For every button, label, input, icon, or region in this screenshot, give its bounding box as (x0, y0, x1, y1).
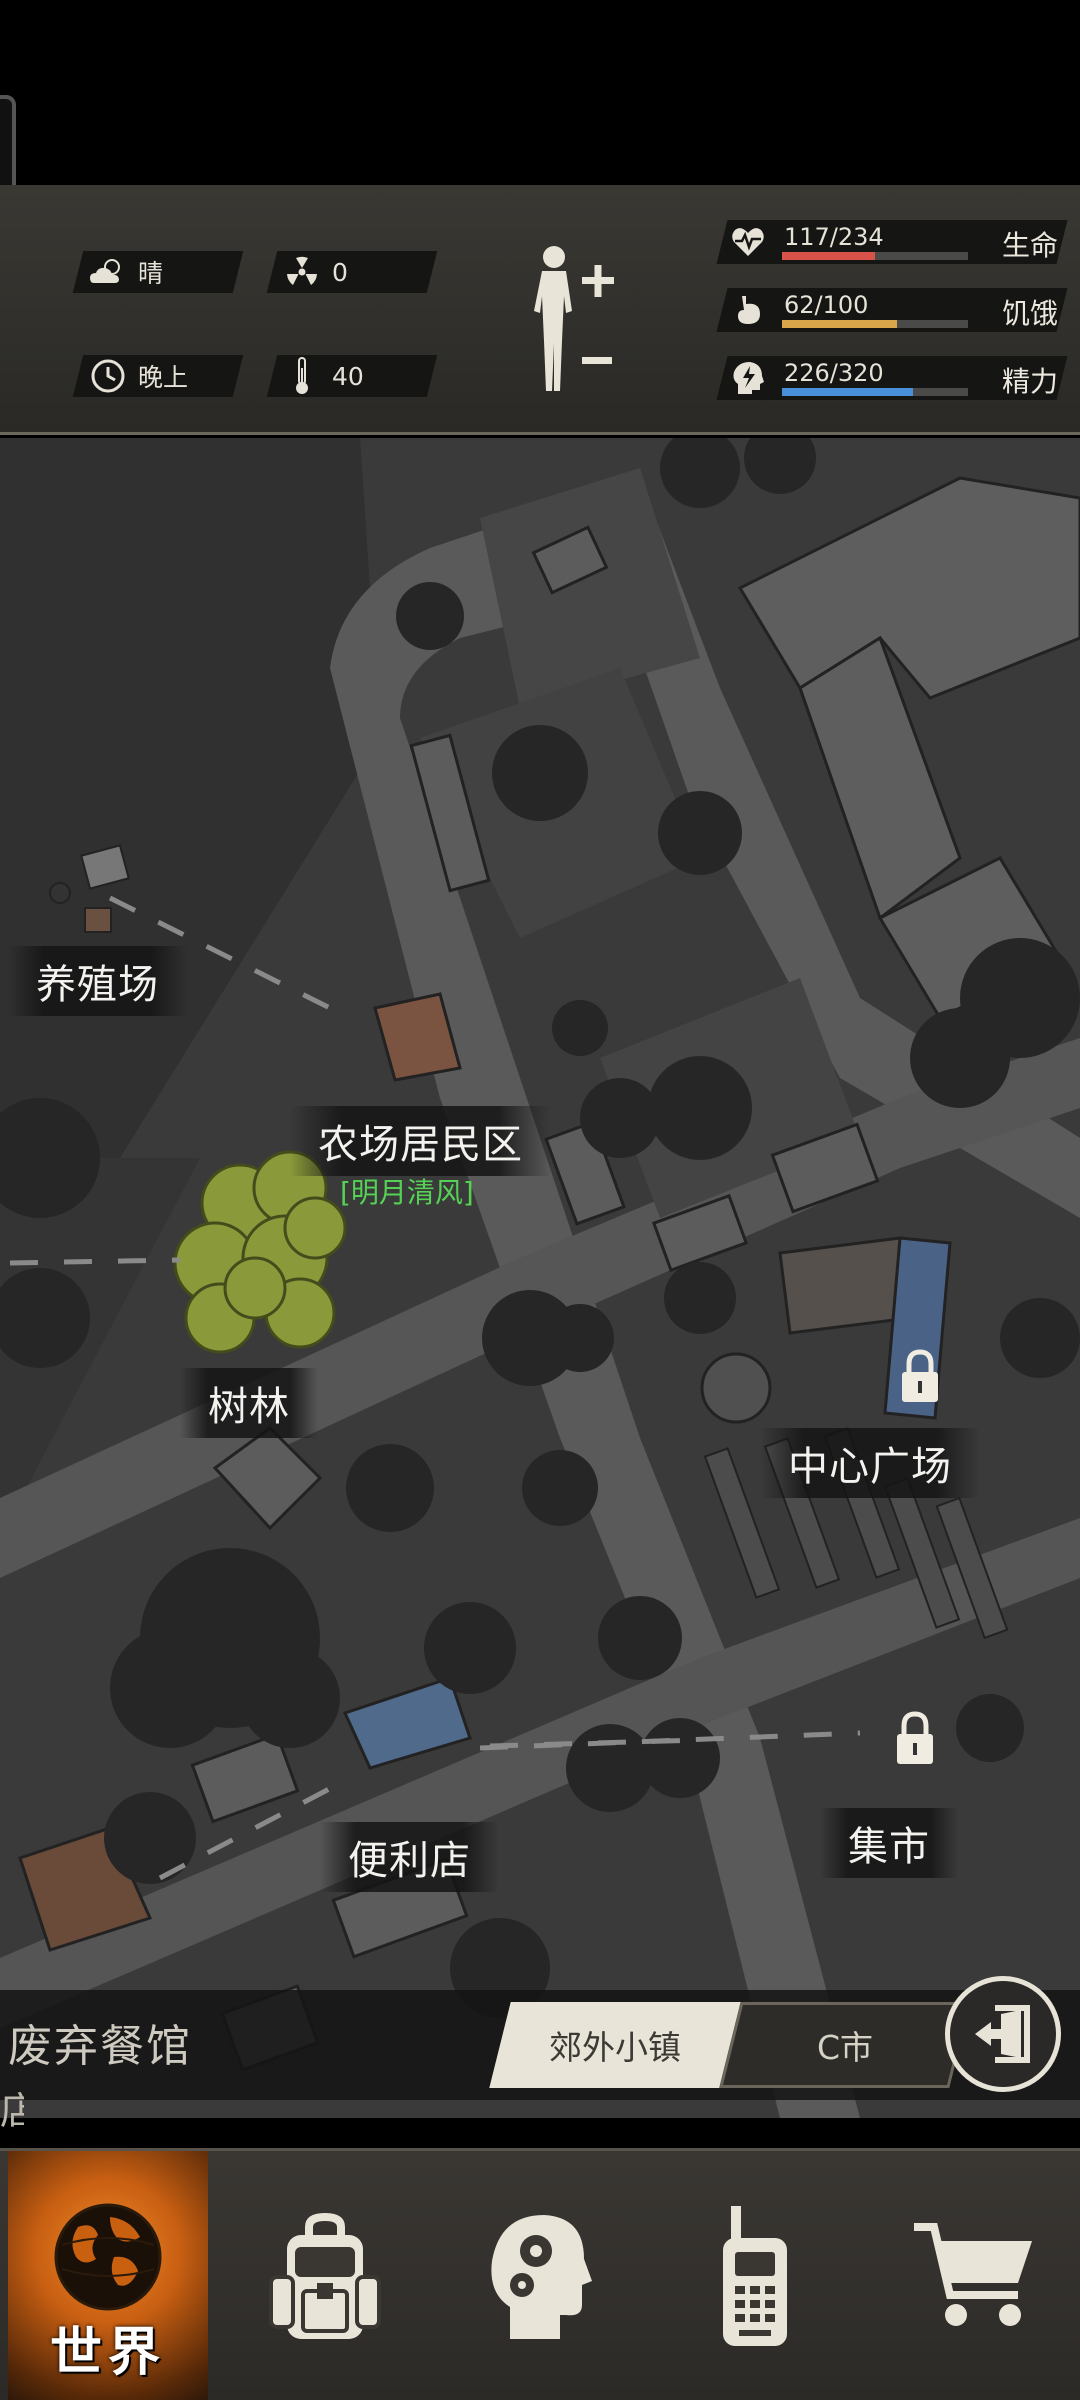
hunger-track (782, 320, 968, 328)
tab-suburb-label: 郊外小镇 (549, 2028, 681, 2067)
tab-suburb-town[interactable]: 郊外小镇 (489, 2002, 741, 2088)
life-label: 生命 (1001, 229, 1058, 262)
head-gears-icon (491, 2215, 592, 2339)
time-stat: 晚上 (72, 355, 244, 397)
temperature-stat: 40 (266, 355, 438, 397)
location-plaza[interactable]: 中心广场 (760, 1428, 980, 1498)
hunger-fill (782, 320, 898, 328)
nav-skills[interactable] (435, 2151, 645, 2400)
hunger-value: 62/100 (784, 291, 869, 319)
lock-icon (897, 1711, 933, 1764)
globe-icon (54, 2203, 162, 2311)
world-map[interactable]: 养殖场 农场居民区 [明月清风] 树林 中心广场 集市 便利店 (0, 438, 1080, 2118)
backpack-icon (269, 2213, 381, 2339)
temperature-value: 40 (332, 361, 364, 391)
nav-backpack[interactable] (220, 2151, 430, 2400)
head-bolt-icon (733, 362, 764, 394)
life-bar: 117/234 生命 (716, 220, 1068, 264)
cloud-sun-icon (78, 257, 138, 287)
weather-value: 晴 (138, 259, 164, 288)
tab-city-label: C市 (816, 2028, 874, 2067)
heart-pulse-icon (732, 228, 764, 256)
body-figure-icon (534, 246, 572, 391)
plus-minus-icon (582, 265, 614, 364)
exit-button[interactable] (945, 1976, 1061, 2092)
location-store[interactable]: 便利店 (320, 1822, 499, 1892)
radiation-value: 0 (332, 257, 348, 287)
bottom-navigation: 世界 (0, 2148, 1080, 2400)
energy-bar: 226/320 精力 (716, 356, 1068, 400)
life-track (782, 252, 968, 260)
energy-value: 226/320 (784, 359, 884, 387)
body-status-button[interactable] (520, 241, 630, 411)
region-partial: 店 (0, 2089, 24, 2133)
energy-label: 精力 (1001, 365, 1058, 398)
stomach-icon (738, 296, 760, 324)
region-abandoned-restaurant[interactable]: 废弃餐馆 (8, 2010, 192, 2074)
nav-world-label: 世界 (49, 2323, 166, 2383)
nav-radio[interactable] (650, 2151, 860, 2400)
life-fill (782, 252, 875, 260)
thermometer-icon (272, 356, 332, 396)
lock-icon (902, 1349, 938, 1402)
nav-shop[interactable] (870, 2151, 1080, 2400)
shopping-cart-icon (914, 2223, 1032, 2326)
energy-track (782, 388, 968, 396)
location-residential-sub: [明月清风] (340, 1176, 474, 1209)
location-farm[interactable]: 养殖场 (8, 946, 187, 1016)
location-forest[interactable]: 树林 (180, 1368, 318, 1438)
tab-c-city[interactable]: C市 (719, 2002, 971, 2088)
player-hud: 晴 0 晚上 40 117/234 生命 62/100 饥饿 226/320 精… (0, 185, 1080, 435)
hunger-bar: 62/100 饥饿 (716, 288, 1068, 332)
weather-stat: 晴 (72, 251, 244, 293)
clock-icon (78, 358, 138, 394)
walkie-talkie-icon (723, 2206, 787, 2346)
exit-door-icon (975, 2005, 1030, 2063)
nav-world[interactable]: 世界 (8, 2151, 208, 2400)
radiation-icon (272, 255, 332, 289)
life-value: 117/234 (784, 223, 884, 251)
status-bar-area (0, 0, 1080, 260)
time-value: 晚上 (138, 363, 189, 392)
location-residential[interactable]: 农场居民区 (290, 1106, 551, 1176)
location-market[interactable]: 集市 (820, 1808, 958, 1878)
radiation-stat: 0 (266, 251, 438, 293)
hunger-label: 饥饿 (1001, 297, 1058, 330)
energy-fill (782, 388, 914, 396)
